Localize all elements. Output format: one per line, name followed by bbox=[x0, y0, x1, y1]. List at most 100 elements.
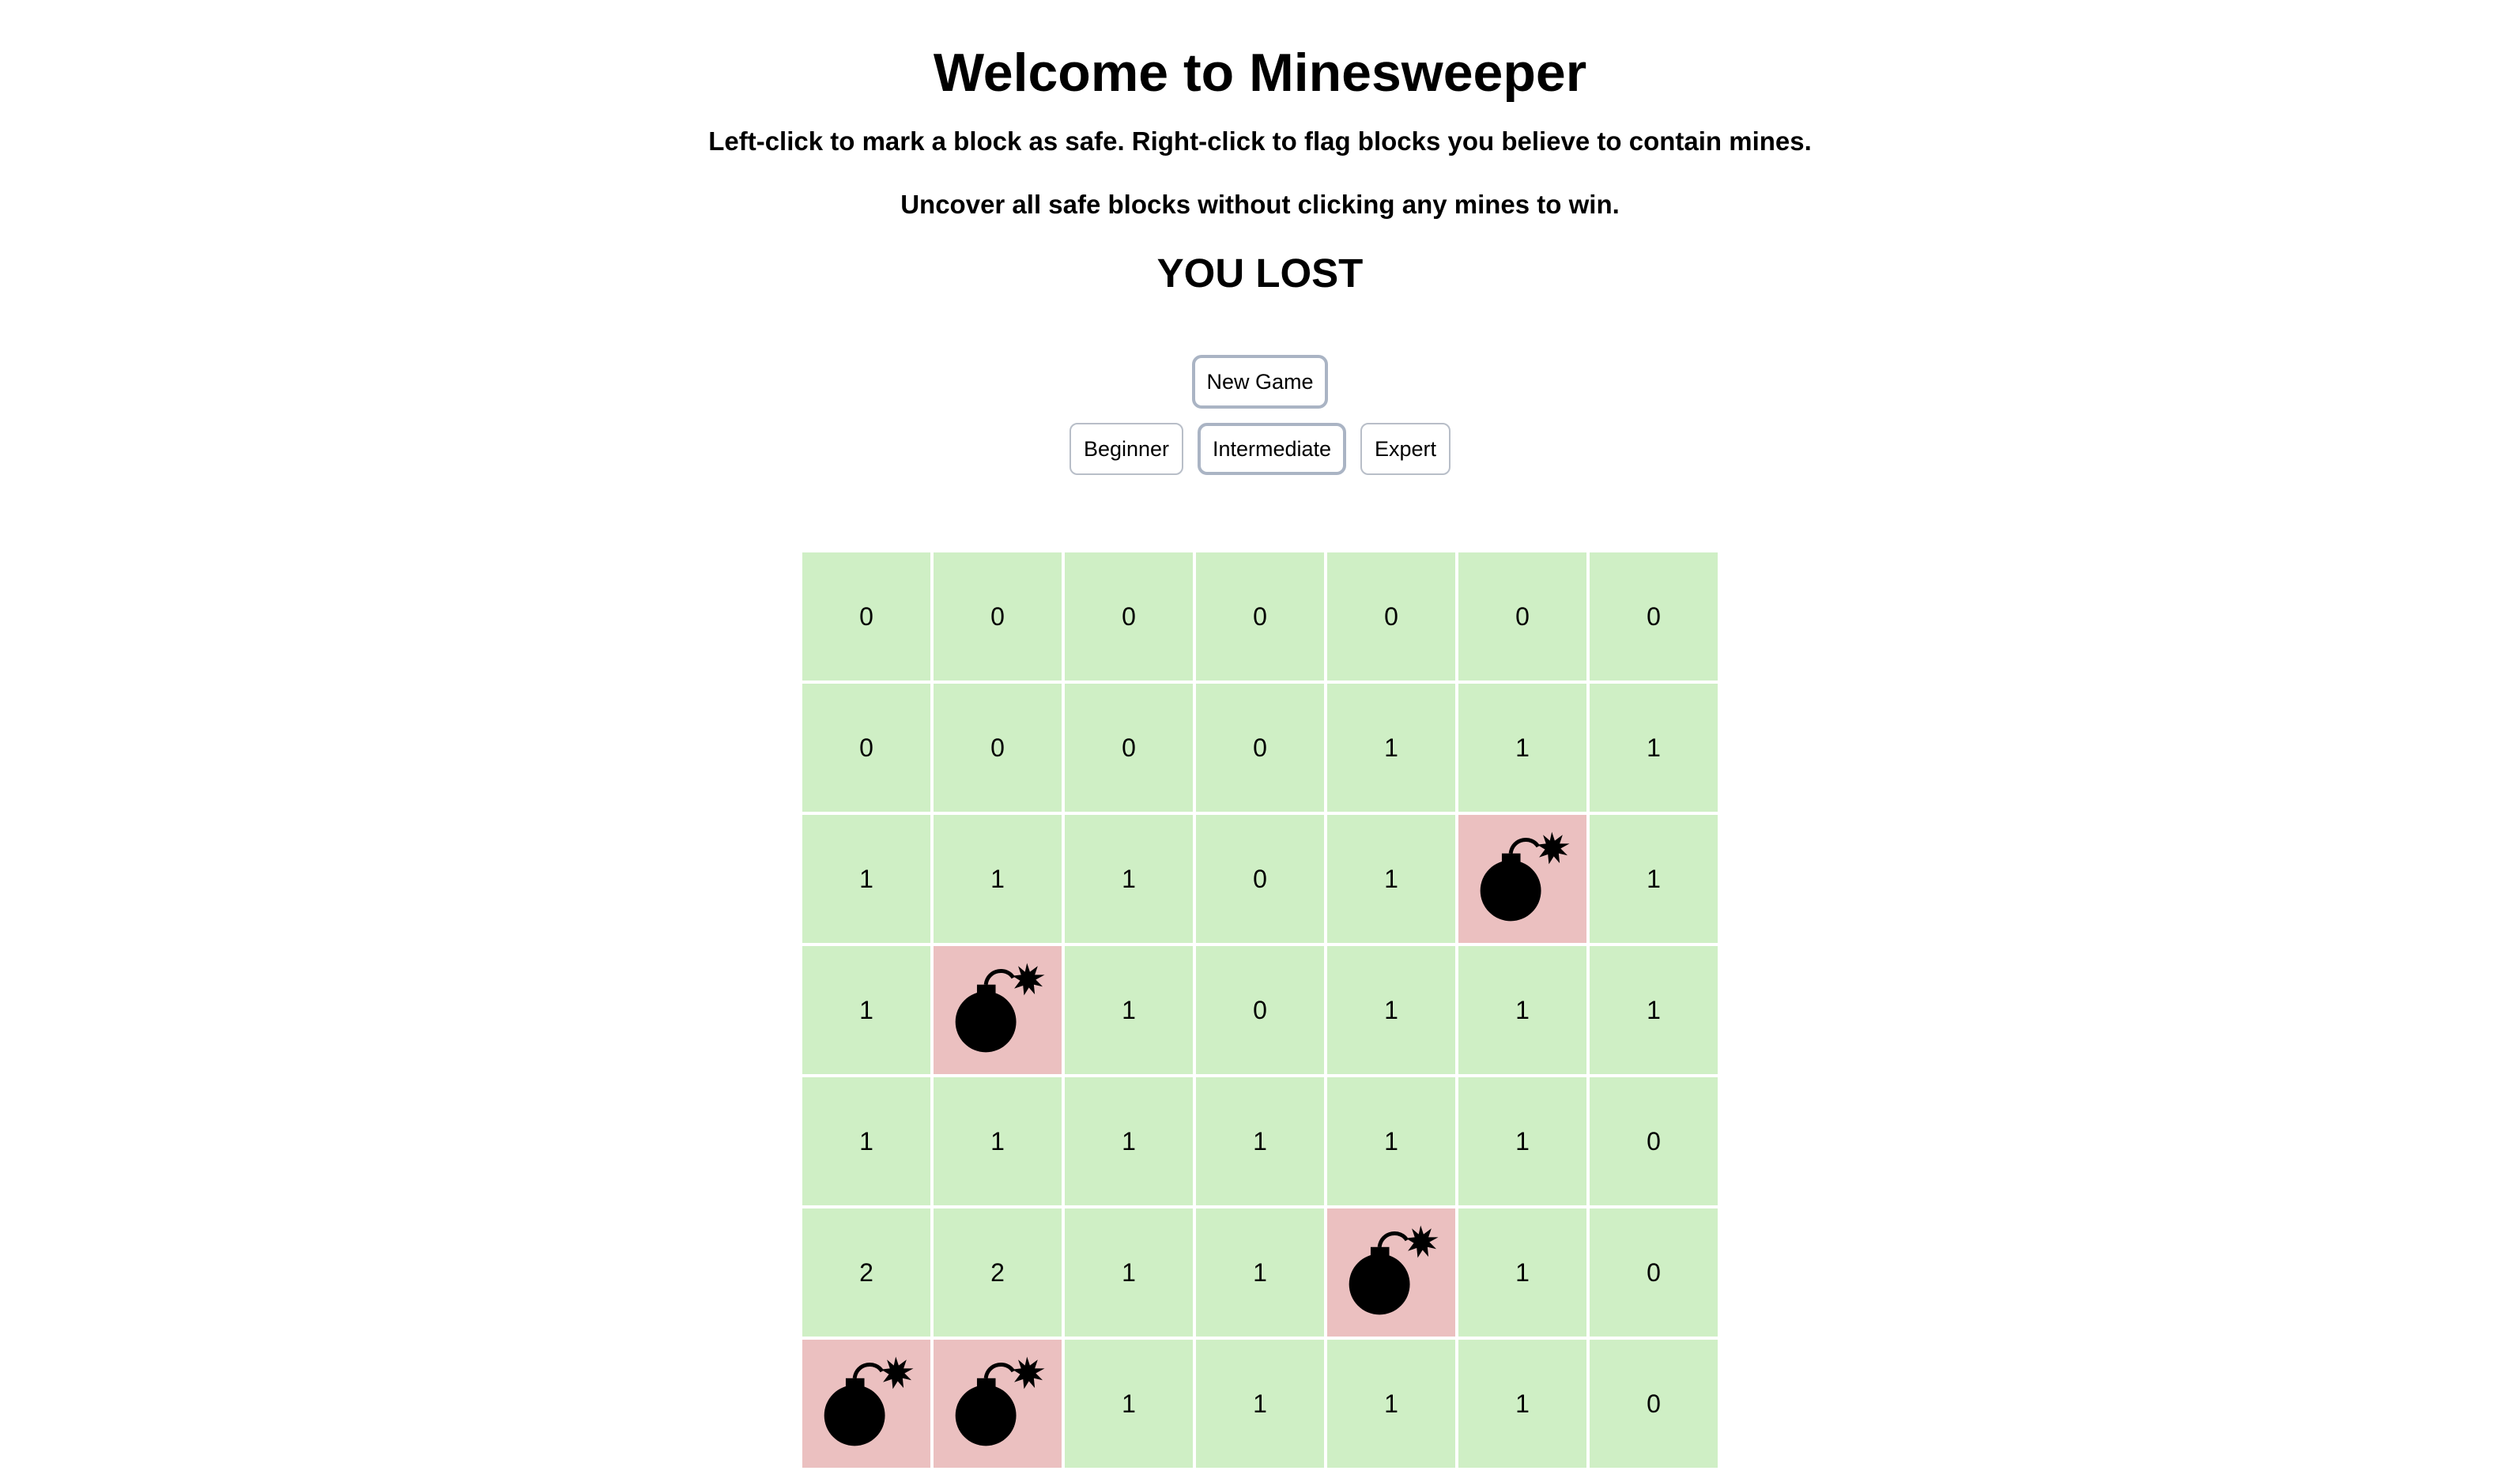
cell-count: 1 bbox=[1122, 1389, 1136, 1418]
number-cell[interactable]: 1 bbox=[802, 1077, 930, 1205]
number-cell[interactable]: 1 bbox=[1065, 1208, 1193, 1337]
cell-count: 1 bbox=[859, 1126, 873, 1156]
beginner-button[interactable]: Beginner bbox=[1069, 423, 1183, 475]
cell-count: 1 bbox=[1122, 1257, 1136, 1287]
number-cell[interactable]: 0 bbox=[1196, 552, 1324, 681]
cell-count: 1 bbox=[1384, 733, 1398, 762]
number-cell[interactable]: 0 bbox=[1590, 552, 1718, 681]
cell-count: 2 bbox=[990, 1257, 1005, 1287]
number-cell[interactable]: 0 bbox=[1327, 552, 1455, 681]
cell-count: 0 bbox=[1253, 733, 1267, 762]
mine-cell[interactable] bbox=[802, 1340, 930, 1468]
game-status: YOU LOST bbox=[1156, 251, 1364, 296]
number-cell[interactable]: 1 bbox=[1196, 1077, 1324, 1205]
page: Welcome to Minesweeper Left-click to mar… bbox=[0, 0, 2520, 1468]
number-cell[interactable]: 1 bbox=[934, 815, 1062, 943]
number-cell[interactable]: 2 bbox=[934, 1208, 1062, 1337]
number-cell[interactable]: 0 bbox=[1458, 552, 1586, 681]
number-cell[interactable]: 1 bbox=[1458, 684, 1586, 812]
cell-count: 1 bbox=[1515, 733, 1530, 762]
number-cell[interactable]: 1 bbox=[1458, 1340, 1586, 1468]
cell-count: 0 bbox=[1647, 1257, 1661, 1287]
cell-count: 1 bbox=[1384, 995, 1398, 1024]
bomb-icon bbox=[1473, 830, 1571, 928]
cell-count: 0 bbox=[1122, 601, 1136, 631]
number-cell[interactable]: 1 bbox=[1196, 1208, 1324, 1337]
cell-count: 1 bbox=[1384, 1389, 1398, 1418]
cell-count: 1 bbox=[1647, 995, 1661, 1024]
cell-count: 1 bbox=[1515, 1389, 1530, 1418]
number-cell[interactable]: 0 bbox=[934, 552, 1062, 681]
number-cell[interactable]: 0 bbox=[934, 684, 1062, 812]
number-cell[interactable]: 0 bbox=[802, 552, 930, 681]
cell-count: 1 bbox=[1384, 864, 1398, 893]
cell-count: 1 bbox=[990, 864, 1005, 893]
bomb-icon bbox=[1342, 1223, 1440, 1322]
bomb-icon bbox=[949, 1355, 1047, 1453]
cell-count: 1 bbox=[1515, 1126, 1530, 1156]
number-cell[interactable]: 1 bbox=[1065, 1077, 1193, 1205]
instructions-goal: Uncover all safe blocks without clicking… bbox=[900, 190, 1620, 219]
number-cell[interactable]: 0 bbox=[802, 684, 930, 812]
number-cell[interactable]: 1 bbox=[1327, 684, 1455, 812]
mine-cell[interactable] bbox=[1458, 815, 1586, 943]
number-cell[interactable]: 1 bbox=[802, 815, 930, 943]
cell-count: 1 bbox=[1122, 995, 1136, 1024]
number-cell[interactable]: 1 bbox=[1458, 946, 1586, 1074]
cell-count: 0 bbox=[1647, 1126, 1661, 1156]
cell-count: 1 bbox=[1122, 1126, 1136, 1156]
number-cell[interactable]: 1 bbox=[1196, 1340, 1324, 1468]
mine-cell[interactable] bbox=[934, 946, 1062, 1074]
number-cell[interactable]: 0 bbox=[1590, 1077, 1718, 1205]
number-cell[interactable]: 0 bbox=[1065, 684, 1193, 812]
cell-count: 1 bbox=[1122, 864, 1136, 893]
cell-count: 0 bbox=[859, 601, 873, 631]
cell-count: 1 bbox=[1647, 864, 1661, 893]
number-cell[interactable]: 1 bbox=[802, 946, 930, 1074]
number-cell[interactable]: 0 bbox=[1196, 815, 1324, 943]
page-title: Welcome to Minesweeper bbox=[933, 43, 1587, 103]
number-cell[interactable]: 0 bbox=[1590, 1208, 1718, 1337]
number-cell[interactable]: 2 bbox=[802, 1208, 930, 1337]
expert-button[interactable]: Expert bbox=[1360, 423, 1451, 475]
intermediate-button[interactable]: Intermediate bbox=[1198, 423, 1346, 475]
instructions-click: Left-click to mark a block as safe. Righ… bbox=[708, 126, 1812, 156]
number-cell[interactable]: 0 bbox=[1196, 684, 1324, 812]
number-cell[interactable]: 1 bbox=[1458, 1208, 1586, 1337]
number-cell[interactable]: 1 bbox=[1065, 946, 1193, 1074]
cell-count: 0 bbox=[1515, 601, 1530, 631]
number-cell[interactable]: 0 bbox=[1196, 946, 1324, 1074]
number-cell[interactable]: 1 bbox=[1590, 946, 1718, 1074]
number-cell[interactable]: 1 bbox=[1590, 815, 1718, 943]
number-cell[interactable]: 1 bbox=[934, 1077, 1062, 1205]
cell-count: 0 bbox=[1647, 601, 1661, 631]
difficulty-selector: Beginner Intermediate Expert bbox=[1069, 423, 1451, 475]
number-cell[interactable]: 1 bbox=[1327, 1340, 1455, 1468]
cell-count: 0 bbox=[990, 601, 1005, 631]
cell-count: 0 bbox=[1647, 1389, 1661, 1418]
number-cell[interactable]: 0 bbox=[1590, 1340, 1718, 1468]
new-game-button[interactable]: New Game bbox=[1192, 355, 1328, 409]
cell-count: 1 bbox=[990, 1126, 1005, 1156]
cell-count: 1 bbox=[1515, 1257, 1530, 1287]
cell-count: 1 bbox=[1384, 1126, 1398, 1156]
cell-count: 1 bbox=[1253, 1126, 1267, 1156]
number-cell[interactable]: 1 bbox=[1590, 684, 1718, 812]
cell-count: 1 bbox=[859, 864, 873, 893]
number-cell[interactable]: 1 bbox=[1327, 1077, 1455, 1205]
cell-count: 1 bbox=[1253, 1257, 1267, 1287]
mine-cell[interactable] bbox=[1327, 1208, 1455, 1337]
number-cell[interactable]: 0 bbox=[1065, 552, 1193, 681]
bomb-icon bbox=[949, 961, 1047, 1059]
number-cell[interactable]: 1 bbox=[1327, 815, 1455, 943]
cell-count: 0 bbox=[1253, 864, 1267, 893]
mine-cell[interactable] bbox=[934, 1340, 1062, 1468]
number-cell[interactable]: 1 bbox=[1065, 1340, 1193, 1468]
cell-count: 0 bbox=[990, 733, 1005, 762]
number-cell[interactable]: 1 bbox=[1458, 1077, 1586, 1205]
cell-count: 1 bbox=[1253, 1389, 1267, 1418]
number-cell[interactable]: 1 bbox=[1327, 946, 1455, 1074]
cell-count: 1 bbox=[859, 995, 873, 1024]
number-cell[interactable]: 1 bbox=[1065, 815, 1193, 943]
cell-count: 1 bbox=[1647, 733, 1661, 762]
